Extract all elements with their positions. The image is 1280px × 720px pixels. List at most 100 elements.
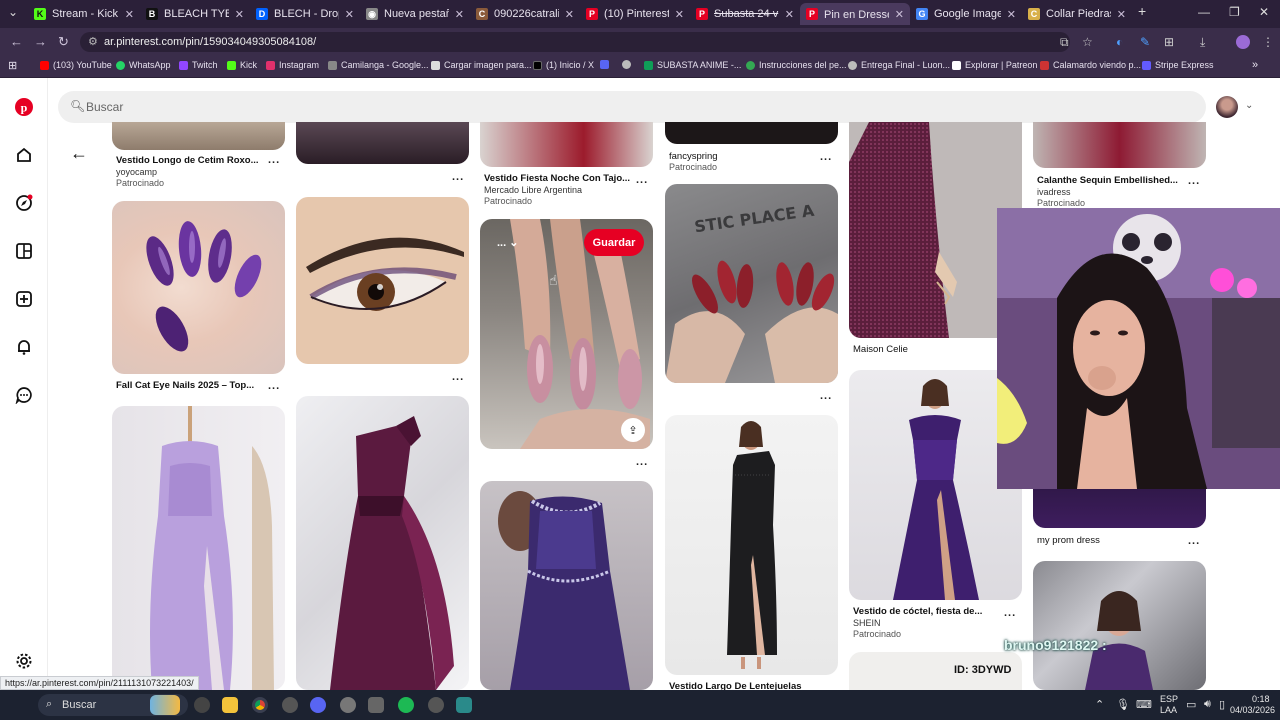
apps-grid-icon[interactable]: ⊞ bbox=[8, 59, 17, 72]
back-icon[interactable]: ← bbox=[10, 34, 23, 49]
pin-image[interactable] bbox=[112, 122, 285, 150]
pin-title[interactable]: Calanthe Sequin Embellished... bbox=[1037, 175, 1178, 186]
app-icon[interactable] bbox=[456, 697, 472, 713]
close-icon[interactable]: ✕ bbox=[125, 8, 134, 21]
more-options-icon[interactable]: ... bbox=[820, 151, 832, 163]
notifications-bell-icon[interactable] bbox=[14, 338, 34, 358]
pin-image-prom-photo[interactable] bbox=[1033, 561, 1206, 690]
more-options-icon[interactable]: ... bbox=[636, 456, 648, 468]
tab-collar[interactable]: C Collar Piedras Co✕ bbox=[1022, 3, 1132, 25]
more-options-icon[interactable]: ... bbox=[268, 154, 280, 166]
microphone-icon[interactable]: 🎙︎ bbox=[1116, 698, 1130, 711]
bookmarks-overflow-icon[interactable]: » bbox=[1252, 59, 1258, 71]
bookmark-globe[interactable] bbox=[622, 60, 635, 69]
more-options-icon[interactable]: ... bbox=[1188, 535, 1200, 547]
bookmark-x[interactable]: (1) Inicio / X bbox=[533, 60, 594, 70]
close-icon[interactable]: ✕ bbox=[1117, 8, 1126, 21]
bookmark-discord[interactable] bbox=[600, 60, 613, 69]
more-options-icon[interactable]: ... bbox=[452, 171, 464, 183]
close-icon[interactable]: ✕ bbox=[455, 8, 464, 21]
pin-source[interactable]: ivadress bbox=[1037, 187, 1071, 197]
volume-icon[interactable]: 🔊︎ bbox=[1204, 698, 1211, 711]
tab-stream-kick[interactable]: K Stream - Kick ✕ bbox=[28, 3, 140, 25]
network-icon[interactable]: ▭ bbox=[1186, 698, 1196, 711]
bookmark-twitch[interactable]: Twitch bbox=[179, 60, 218, 70]
bookmark-kick[interactable]: Kick bbox=[227, 60, 257, 70]
reload-icon[interactable]: ↻ bbox=[58, 34, 69, 50]
window-close-icon[interactable]: ✕ bbox=[1259, 5, 1269, 19]
settings-gear-icon[interactable] bbox=[14, 652, 34, 672]
battery-icon[interactable]: ▯ bbox=[1219, 698, 1225, 711]
close-icon[interactable]: ✕ bbox=[235, 8, 244, 21]
pin-image-purple-nails[interactable] bbox=[112, 201, 285, 374]
obs-icon[interactable] bbox=[340, 697, 356, 713]
app-icon[interactable] bbox=[428, 697, 444, 713]
new-tab-button[interactable]: + bbox=[1138, 3, 1146, 19]
app-icon[interactable] bbox=[194, 697, 210, 713]
pin-image-black-sequin-dress[interactable] bbox=[665, 415, 838, 675]
pinterest-search-input[interactable]: 🔍︎ Buscar bbox=[58, 91, 1206, 123]
bookmark-instagram[interactable]: Instagram bbox=[266, 60, 319, 70]
tab-catralina[interactable]: C 090226catralina p✕ bbox=[470, 3, 580, 25]
bookmark-whatsapp[interactable]: WhatsApp bbox=[116, 60, 171, 70]
tab-subasta[interactable]: P Subasta 24 v ✕ bbox=[690, 3, 800, 25]
pin-image[interactable] bbox=[665, 122, 838, 144]
pin-title[interactable]: Fall Cat Eye Nails 2025 – Top... bbox=[116, 380, 254, 391]
extension-icon[interactable]: ✎ bbox=[1140, 35, 1150, 49]
chrome-icon[interactable] bbox=[252, 697, 268, 713]
chrome-profile-icon[interactable] bbox=[1236, 35, 1250, 49]
pin-image-corset-dress[interactable] bbox=[480, 481, 653, 690]
explore-compass-icon[interactable] bbox=[14, 194, 34, 214]
avatar[interactable] bbox=[1216, 96, 1238, 118]
more-options-icon[interactable]: ... bbox=[1188, 175, 1200, 187]
tab-pin-dresses[interactable]: P Pin en Dresses ✨✕ bbox=[800, 3, 910, 25]
share-icon[interactable]: ⇪ bbox=[621, 418, 645, 442]
pin-more-options-icon[interactable]: ... ⌄ bbox=[497, 236, 518, 249]
pin-title[interactable]: my prom dress bbox=[1037, 535, 1100, 546]
app-icon[interactable] bbox=[368, 697, 384, 713]
pinterest-logo-icon[interactable]: p bbox=[14, 98, 34, 118]
tray-overflow-icon[interactable]: ⌃ bbox=[1095, 698, 1104, 711]
tab-bleach[interactable]: B BLEACH TYBW 2(✕ bbox=[140, 3, 250, 25]
pin-source[interactable]: Mercado Libre Argentina bbox=[484, 185, 582, 195]
bookmark-camilanga[interactable]: Camilanga - Google... bbox=[328, 60, 429, 70]
menu-kebab-icon[interactable]: ⋮ bbox=[1262, 35, 1274, 49]
bookmark-cargar-imagen[interactable]: Cargar imagen para... bbox=[431, 60, 532, 70]
messages-icon[interactable] bbox=[14, 386, 34, 406]
bookmark-calamardo[interactable]: Calamardo viendo p... bbox=[1040, 60, 1141, 70]
tab-dropbox[interactable]: D BLECH - Dropbox✕ bbox=[250, 3, 360, 25]
clock-time[interactable]: 0:18 bbox=[1252, 694, 1270, 704]
more-options-icon[interactable]: ... bbox=[636, 174, 648, 186]
bookmark-entrega[interactable]: Entrega Final - Luon... bbox=[848, 60, 950, 70]
bookmark-instrucciones[interactable]: Instrucciones del pe... bbox=[746, 60, 847, 70]
close-icon[interactable]: ✕ bbox=[345, 8, 354, 21]
bookmark-star-icon[interactable]: ☆ bbox=[1082, 35, 1093, 49]
file-explorer-icon[interactable] bbox=[222, 697, 238, 713]
clock-date[interactable]: 04/03/2026 bbox=[1230, 705, 1275, 715]
spotify-icon[interactable] bbox=[398, 697, 414, 713]
more-options-icon[interactable]: ... bbox=[820, 390, 832, 402]
bookmark-stripe[interactable]: Stripe Express bbox=[1142, 60, 1214, 70]
pin-source[interactable]: yoyocamp bbox=[116, 167, 157, 177]
close-icon[interactable]: ✕ bbox=[1007, 8, 1016, 21]
restore-icon[interactable]: ❐ bbox=[1229, 5, 1240, 19]
pin-image-plum-dress[interactable] bbox=[296, 396, 469, 690]
pin-source[interactable]: SHEIN bbox=[853, 618, 881, 628]
extension-icon[interactable]: ◐ bbox=[1116, 35, 1123, 49]
close-icon[interactable]: ✕ bbox=[565, 8, 574, 21]
bookmark-youtube[interactable]: (103) YouTube bbox=[40, 60, 112, 70]
pin-title[interactable]: Vestido de cóctel, fiesta de... bbox=[853, 606, 982, 617]
pin-image-red-nails[interactable]: STIC PLACE A bbox=[665, 184, 838, 383]
tab-search-icon[interactable]: ⌄ bbox=[8, 5, 18, 19]
site-info-icon[interactable]: ⚙ bbox=[88, 35, 98, 48]
minimize-icon[interactable]: — bbox=[1198, 5, 1210, 19]
tab-google-image[interactable]: G Google Image Re✕ bbox=[910, 3, 1022, 25]
close-icon[interactable]: ✕ bbox=[785, 8, 794, 21]
discord-icon[interactable] bbox=[310, 697, 326, 713]
pin-title[interactable]: Vestido Fiesta Noche Con Tajo... bbox=[484, 173, 630, 184]
boards-icon[interactable] bbox=[14, 242, 34, 262]
app-icon[interactable] bbox=[282, 697, 298, 713]
bookmark-subasta[interactable]: SUBASTA ANIME -... bbox=[644, 60, 741, 70]
pin-image[interactable] bbox=[480, 122, 653, 167]
close-icon[interactable]: ✕ bbox=[675, 8, 684, 21]
